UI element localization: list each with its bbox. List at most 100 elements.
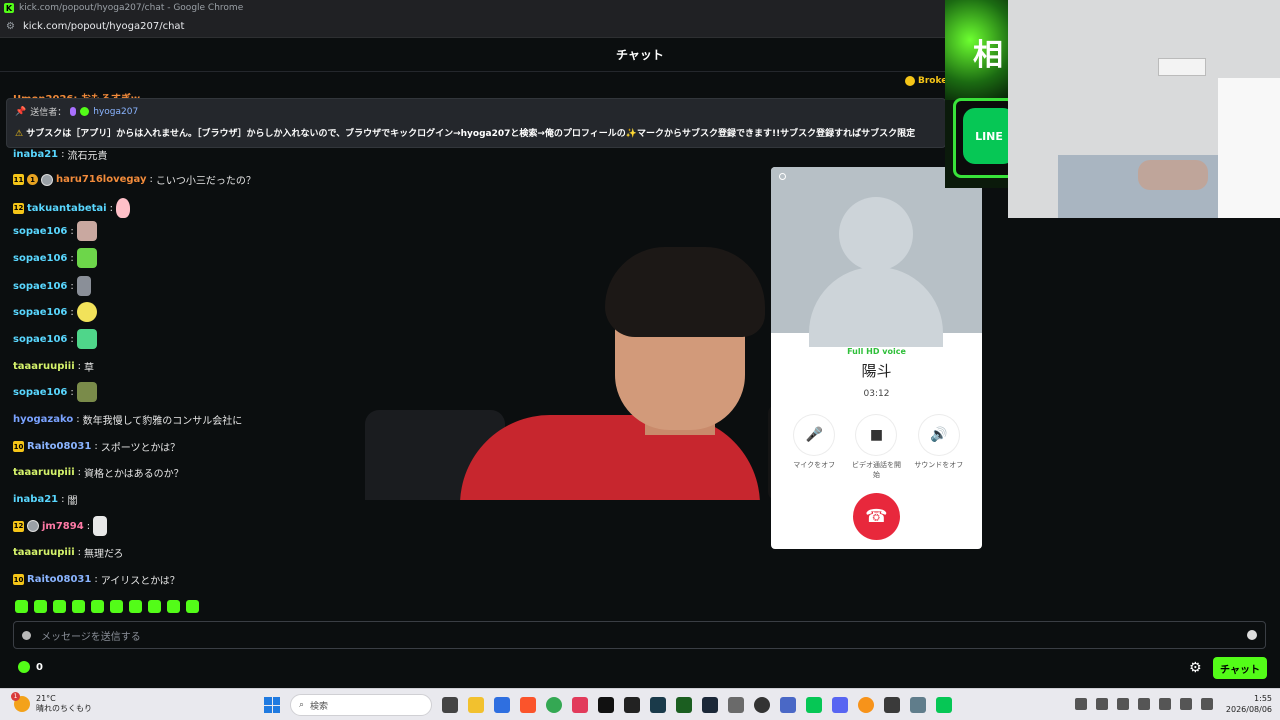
start-video-button[interactable]: ■ ビデオ通話を開始: [849, 415, 903, 480]
chat-username[interactable]: takuantabetai: [27, 203, 107, 214]
tiktok-icon[interactable]: [598, 697, 614, 713]
chat-text: 無理だろ: [84, 549, 124, 560]
app-icon[interactable]: [572, 697, 588, 713]
chat-message: hyogazako: 数年我慢して豹雅のコンサル会社に: [13, 414, 243, 427]
chat-username[interactable]: inaba21: [13, 149, 58, 160]
chat-username[interactable]: sopae106: [13, 387, 67, 398]
app-icon[interactable]: [494, 697, 510, 713]
speaker-icon[interactable]: 🔊: [918, 415, 959, 455]
chat-username[interactable]: sopae106: [13, 307, 67, 318]
pinned-sender-name[interactable]: hyoga207: [93, 107, 138, 117]
mic-icon[interactable]: 🎤: [794, 415, 835, 455]
tray-chevron-icon[interactable]: [1075, 698, 1087, 710]
app-icon[interactable]: [728, 697, 744, 713]
emote-green-icon: [76, 248, 97, 268]
window-dot-icon[interactable]: [779, 173, 786, 180]
pinned-text: サブスクは［アプリ］からは入れません。［ブラウザ］からしか入れないので、ブラウザ…: [26, 129, 916, 139]
url-text[interactable]: kick.com/popout/hyoga207/chat: [23, 21, 185, 32]
tray-app-icon[interactable]: [1138, 698, 1150, 710]
points-icon: [18, 661, 30, 673]
brave-icon[interactable]: [520, 697, 536, 713]
call-duration: 03:12: [863, 389, 890, 399]
chat-text: こいつ小三だったの？: [155, 176, 256, 187]
kick-favicon-icon: K: [4, 3, 14, 13]
mute-sound-button[interactable]: 🔊 サウンドをオフ: [912, 415, 966, 480]
tray-app-icon[interactable]: [1159, 698, 1171, 710]
settings-icon[interactable]: [910, 697, 926, 713]
line-icon[interactable]: [806, 697, 822, 713]
video-icon[interactable]: ■: [856, 415, 897, 455]
window-titlebar[interactable]: K kick.com/popout/hyoga207/chat - Google…: [0, 0, 945, 16]
emote-icon[interactable]: [186, 600, 199, 613]
chat-username[interactable]: taaaruupiii: [13, 361, 75, 372]
chat-message: sopae106:: [13, 276, 91, 296]
tray-mic-icon[interactable]: [1117, 698, 1129, 710]
line-icon[interactable]: [936, 697, 952, 713]
emote-icon[interactable]: [148, 600, 161, 613]
mute-mic-button[interactable]: 🎤 マイクをオフ: [787, 415, 841, 480]
emoji-picker-icon[interactable]: [1247, 630, 1257, 640]
taskbar-search[interactable]: ⌕ 検索: [290, 694, 432, 716]
verified-icon: [80, 107, 90, 116]
chat-input-box[interactable]: メッセージを送信する: [13, 621, 1266, 649]
sleeping-person-shape: [1138, 160, 1208, 190]
start-button-icon[interactable]: [264, 697, 280, 713]
emote-icon[interactable]: [91, 600, 104, 613]
emote-pixel-icon: [76, 329, 97, 349]
taskbar-clock[interactable]: 1:55 2026/08/06: [1224, 693, 1272, 715]
steam-icon[interactable]: [702, 697, 718, 713]
chat-message: sopae106:: [13, 248, 97, 268]
message-input[interactable]: メッセージを送信する: [41, 628, 1237, 643]
chat-username[interactable]: sopae106: [13, 226, 67, 237]
emote-icon[interactable]: [72, 600, 85, 613]
sub-badge: 10: [13, 441, 24, 452]
tray-volume-icon[interactable]: [1201, 698, 1213, 710]
caller-name: 陽斗: [861, 362, 892, 380]
file-explorer-icon[interactable]: [468, 697, 484, 713]
app-icon[interactable]: [780, 697, 796, 713]
tray-cloud-icon[interactable]: [1096, 698, 1108, 710]
emote-icon[interactable]: [53, 600, 66, 613]
emote-icon[interactable]: [110, 600, 123, 613]
send-chat-button[interactable]: チャット: [1213, 657, 1267, 679]
channel-points[interactable]: 0: [18, 661, 43, 673]
site-settings-icon[interactable]: ⚙: [6, 21, 15, 32]
chat-username[interactable]: inaba21: [13, 494, 58, 505]
obs-icon[interactable]: [754, 697, 770, 713]
emote-icon[interactable]: [34, 600, 47, 613]
address-bar[interactable]: ⚙ kick.com/popout/hyoga207/chat: [0, 16, 945, 38]
emote-figure-icon: [76, 276, 91, 296]
app-icon[interactable]: [624, 697, 640, 713]
weather-sun-icon: 1: [11, 692, 30, 712]
pinned-message[interactable]: 📌 送信者： hyoga207 ⚠ サブスクは［アプリ］からは入れません。［ブラ…: [6, 98, 946, 148]
discord-icon[interactable]: [832, 697, 848, 713]
emote-scene-icon: [76, 382, 97, 402]
chat-username[interactable]: Raito08031: [27, 441, 91, 452]
chat-username[interactable]: sopae106: [13, 334, 67, 345]
chat-settings-gear-icon[interactable]: ⚙: [1189, 660, 1202, 676]
chat-username[interactable]: taaaruupiii: [13, 547, 75, 558]
chat-username[interactable]: Raito08031: [27, 574, 91, 585]
shirt-shape: [460, 415, 760, 500]
chrome-icon[interactable]: [546, 697, 562, 713]
emote-icon[interactable]: [15, 600, 28, 613]
chat-username[interactable]: jm7894: [42, 521, 84, 532]
hang-up-button[interactable]: ☎: [853, 493, 900, 540]
task-view-icon[interactable]: [442, 697, 458, 713]
weather-widget[interactable]: 1 21°C 晴れのちくもり: [11, 692, 92, 714]
app-icon[interactable]: [650, 697, 666, 713]
call-quality: Full HD voice: [847, 347, 906, 356]
emote-icon[interactable]: [167, 600, 180, 613]
chat-username[interactable]: taaaruupiii: [13, 467, 75, 478]
emote-icon[interactable]: [129, 600, 142, 613]
chat-username[interactable]: hyogazako: [13, 414, 73, 425]
chat-text: 流石元貴: [67, 151, 108, 162]
app-icon[interactable]: [676, 697, 692, 713]
chat-username[interactable]: haru716lovegay: [56, 174, 147, 185]
tray-display-icon[interactable]: [1180, 698, 1192, 710]
app-icon[interactable]: [884, 697, 900, 713]
chat-username[interactable]: sopae106: [13, 253, 67, 264]
chat-identity-icon[interactable]: [22, 630, 31, 640]
chat-username[interactable]: sopae106: [13, 281, 67, 292]
app-icon[interactable]: [858, 697, 874, 713]
